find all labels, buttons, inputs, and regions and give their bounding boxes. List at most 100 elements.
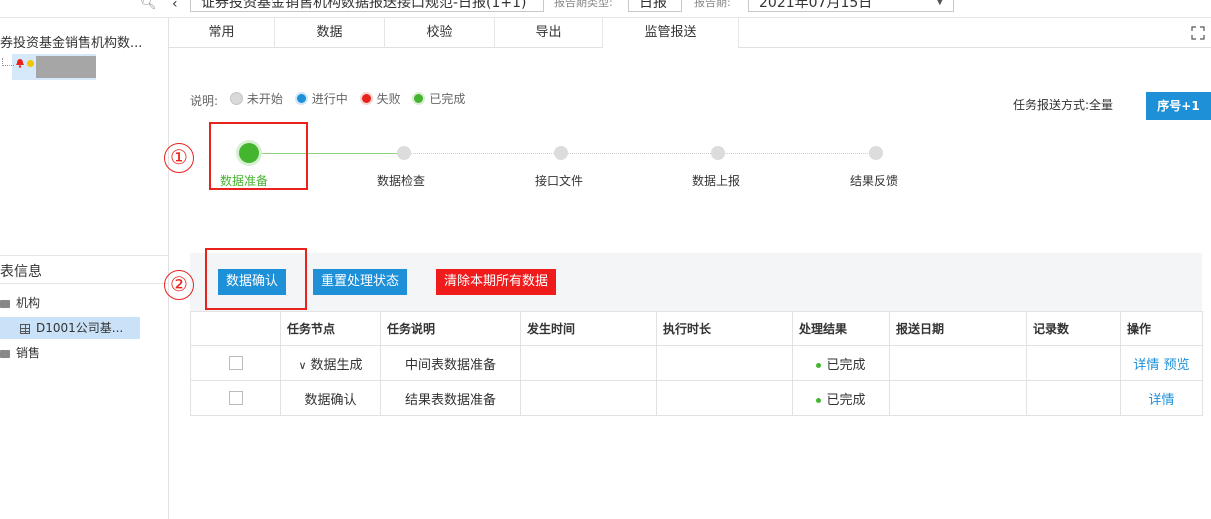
period-label: 报告期: xyxy=(694,0,731,9)
status-dot-icon xyxy=(816,397,822,403)
table-icon xyxy=(20,323,30,334)
row-checkbox[interactable] xyxy=(228,391,243,405)
time-cell xyxy=(520,380,657,416)
sidebar-item-d1001[interactable]: D1001公司基... xyxy=(0,317,140,339)
tree-connector xyxy=(2,58,14,66)
count-cell xyxy=(1026,380,1121,416)
folder-icon xyxy=(0,349,10,358)
duration-cell xyxy=(656,345,793,381)
table-header-row: 任务节点 任务说明 发生时间 执行时长 处理结果 报送日期 记录数 操作 xyxy=(190,311,1203,346)
desc-cell: 结果表数据准备 xyxy=(380,380,521,416)
reset-status-button[interactable]: 重置处理状态 xyxy=(313,269,408,295)
clear-period-data-button[interactable]: 清除本期所有数据 xyxy=(436,269,557,295)
ops-cell: 详情 xyxy=(1120,380,1203,416)
result-label: 已完成 xyxy=(826,357,866,373)
expand-icon[interactable] xyxy=(1191,26,1205,40)
detail-link[interactable]: 详情 xyxy=(1133,358,1159,373)
search-icon[interactable]: 🔍︎ xyxy=(140,0,157,11)
legend-item-not-started: 未开始 xyxy=(229,90,283,107)
row-checkbox[interactable] xyxy=(228,356,243,370)
period-type-label: 报告期类型: xyxy=(554,0,613,9)
tab-validate[interactable]: 校验 xyxy=(385,18,495,48)
duration-cell xyxy=(656,380,793,416)
result-cell: 已完成 xyxy=(792,380,890,416)
step-node-check[interactable] xyxy=(397,146,411,160)
table-row: ∨ 数据生成 中间表数据准备 已完成 详情 预览 xyxy=(190,345,1203,381)
chevron-down-icon[interactable]: ▼ xyxy=(936,0,944,7)
desc-cell: 中间表数据准备 xyxy=(380,345,521,381)
detail-link[interactable]: 详情 xyxy=(1148,393,1174,408)
grey-dot-icon xyxy=(229,92,243,105)
annotation-highlight-1 xyxy=(209,122,308,190)
table-row: 数据确认 结果表数据准备 已完成 详情 xyxy=(190,380,1203,416)
result-label: 已完成 xyxy=(826,392,866,408)
step-node-feedback[interactable] xyxy=(869,146,883,160)
node-cell: 数据确认 xyxy=(280,380,381,416)
result-cell: 已完成 xyxy=(792,345,890,381)
red-dot-icon xyxy=(359,92,373,105)
step-label-file: 接口文件 xyxy=(534,174,584,188)
sidebar-tree-title: 券投资基金销售机构数... xyxy=(0,36,143,51)
col-header-ops: 操作 xyxy=(1120,311,1203,346)
sidebar-tree-node[interactable] xyxy=(0,52,96,80)
legend-item-done: 已完成 xyxy=(412,90,465,107)
tab-export[interactable]: 导出 xyxy=(495,18,603,48)
legend-label: 进行中 xyxy=(311,92,348,106)
annotation-marker-1: ① xyxy=(164,143,194,173)
step-label-feedback: 结果反馈 xyxy=(849,174,899,188)
annotation-highlight-2 xyxy=(205,248,307,310)
tab-bar: 常用 数据 校验 导出 监管报送 xyxy=(169,18,1211,48)
sidebar-item-label: 机构 xyxy=(16,296,41,310)
sidebar-section-title: 表信息 xyxy=(0,264,42,280)
sidebar-item-label: D1001公司基... xyxy=(36,321,124,335)
step-label-upload: 数据上报 xyxy=(691,174,741,188)
sidebar-item-jigou[interactable]: 机构 xyxy=(0,292,40,314)
date-cell xyxy=(889,345,1027,381)
step-node-upload[interactable] xyxy=(711,146,725,160)
legend-item-failed: 失败 xyxy=(359,90,401,107)
step-connector xyxy=(405,153,562,154)
step-label-check: 数据检查 xyxy=(376,174,426,188)
col-header-desc: 任务说明 xyxy=(380,311,521,346)
count-cell xyxy=(1026,345,1121,381)
tab-regulatory-report[interactable]: 监管报送 xyxy=(603,18,739,48)
step-connector xyxy=(719,153,876,154)
sidebar-item-label: 销售 xyxy=(16,346,41,360)
seq-increment-button[interactable]: 序号+1 xyxy=(1146,92,1211,120)
divider xyxy=(0,283,168,284)
col-header-node: 任务节点 xyxy=(280,311,381,346)
time-cell xyxy=(520,345,657,381)
tab-data[interactable]: 数据 xyxy=(275,18,385,48)
col-header-count: 记录数 xyxy=(1026,311,1121,346)
sidebar-item-xiaoshou[interactable]: 销售 xyxy=(0,342,40,364)
report-select[interactable]: 证券投资基金销售机构数据报送接口规范-日报(1+1) xyxy=(190,0,544,12)
row-select-cell xyxy=(190,380,281,416)
period-type-select[interactable]: 日报 xyxy=(628,0,682,12)
col-header-time: 发生时间 xyxy=(520,311,657,346)
status-dot-icon xyxy=(816,362,822,368)
legend-label: 已完成 xyxy=(429,92,466,106)
chevron-down-icon[interactable]: ∨ xyxy=(298,359,306,372)
row-select-cell xyxy=(190,345,281,381)
status-dot xyxy=(27,60,34,67)
step-node-file[interactable] xyxy=(554,146,568,160)
tab-common[interactable]: 常用 xyxy=(169,18,275,48)
report-mode-text: 任务报送方式:全量 xyxy=(1013,98,1114,112)
blue-dot-icon xyxy=(294,92,308,105)
task-table: 任务节点 任务说明 发生时间 执行时长 处理结果 报送日期 记录数 操作 ∨ 数据… xyxy=(190,311,1203,416)
col-header-date: 报送日期 xyxy=(889,311,1027,346)
legend-label: 未开始 xyxy=(246,92,283,106)
period-select[interactable]: 2021年07月15日 xyxy=(748,0,954,12)
top-toolbar: 🔍︎ ‹ 证券投资基金销售机构数据报送接口规范-日报(1+1) 报告期类型: 日… xyxy=(0,0,1211,18)
status-legend: 说明: 未开始 进行中 失败 已完成 xyxy=(190,90,473,108)
ops-cell: 详情 预览 xyxy=(1120,345,1203,381)
legend-label: 失败 xyxy=(376,92,401,106)
divider xyxy=(0,255,168,256)
col-header-result: 处理结果 xyxy=(792,311,890,346)
redacted-label xyxy=(36,56,96,78)
date-cell xyxy=(889,380,1027,416)
preview-link[interactable]: 预览 xyxy=(1164,358,1190,373)
sidebar: 券投资基金销售机构数... 表信息 机构 D1001公司基... 销售 xyxy=(0,18,169,519)
app-root: 🔍︎ ‹ 证券投资基金销售机构数据报送接口规范-日报(1+1) 报告期类型: 日… xyxy=(0,0,1211,519)
back-arrow-icon[interactable]: ‹ xyxy=(172,0,186,14)
